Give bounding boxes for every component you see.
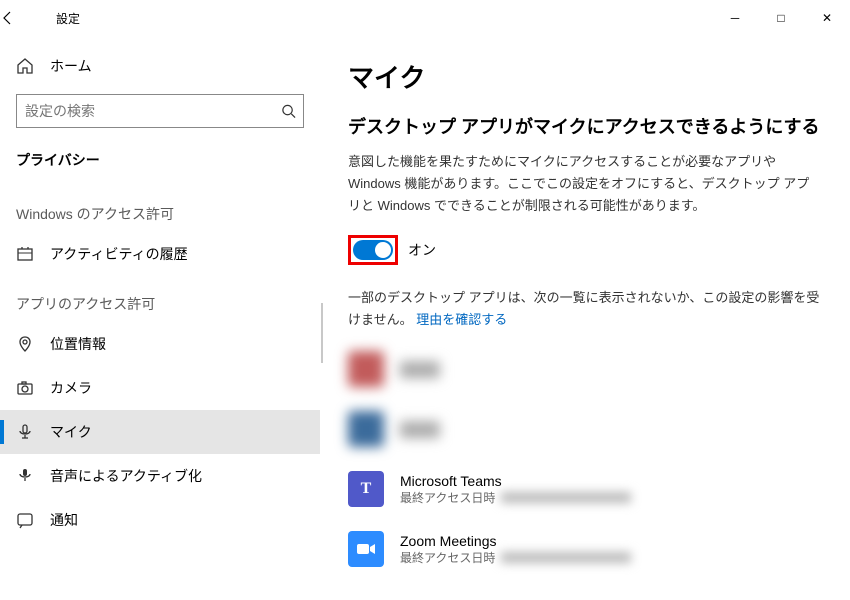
app-list: ████ ████ T Microsoft Teams 最終アクセス日時 xyxy=(348,351,822,567)
zoom-icon xyxy=(348,531,384,567)
toggle-label: オン xyxy=(408,240,436,260)
sidebar-item-camera[interactable]: カメラ xyxy=(0,366,320,410)
home-icon xyxy=(16,57,36,75)
minimize-button[interactable]: ─ xyxy=(712,0,758,36)
note-text: 一部のデスクトップ アプリは、次の一覧に表示されないか、この設定の影響を受けませ… xyxy=(348,287,822,331)
app-icon xyxy=(348,351,384,387)
sidebar-item-voice-activation[interactable]: 音声によるアクティブ化 xyxy=(0,454,320,498)
toggle-row: オン xyxy=(348,235,822,265)
window-title: 設定 xyxy=(56,10,80,27)
sidebar-item-label: 位置情報 xyxy=(50,334,106,354)
teams-icon: T xyxy=(348,471,384,507)
home-label: ホーム xyxy=(50,56,92,76)
app-row: ████ xyxy=(348,411,822,447)
scrollbar[interactable] xyxy=(321,303,323,363)
maximize-button[interactable]: □ xyxy=(758,0,804,36)
blurred-timestamp xyxy=(501,492,631,503)
app-sub-label: 最終アクセス日時 xyxy=(400,549,495,566)
section-subtitle: デスクトップ アプリがマイクにアクセスできるようにする xyxy=(348,113,822,139)
sidebar-item-label: マイク xyxy=(50,422,92,442)
history-icon xyxy=(16,245,36,263)
app-name: ████ xyxy=(400,361,440,377)
sidebar-item-location[interactable]: 位置情報 xyxy=(0,322,320,366)
sidebar-item-label: カメラ xyxy=(50,378,92,398)
sidebar: ホーム プライバシー Windows のアクセス許可 アクティビティの履歴 アプ… xyxy=(0,36,320,600)
microphone-icon xyxy=(16,423,36,441)
section-privacy: プライバシー xyxy=(0,140,320,186)
sidebar-item-notifications[interactable]: 通知 xyxy=(0,498,320,542)
main-content: マイク デスクトップ アプリがマイクにアクセスできるようにする 意図した機能を果… xyxy=(320,36,850,600)
voice-icon xyxy=(16,467,36,485)
home-nav[interactable]: ホーム xyxy=(0,44,320,88)
sidebar-item-label: 通知 xyxy=(50,510,78,530)
search-wrap xyxy=(16,94,304,128)
app-name: ████ xyxy=(400,421,440,437)
app-icon xyxy=(348,411,384,447)
toggle-highlight xyxy=(348,235,398,265)
blurred-timestamp xyxy=(501,552,631,563)
titlebar: 設定 ─ □ ✕ xyxy=(0,0,850,36)
group-header-windows-permissions: Windows のアクセス許可 xyxy=(0,186,320,232)
section-description: 意図した機能を果たすためにマイクにアクセスすることが必要なアプリや Window… xyxy=(348,151,822,217)
app-name: Zoom Meetings xyxy=(400,533,631,549)
app-sub-label: 最終アクセス日時 xyxy=(400,489,495,506)
search-input[interactable] xyxy=(16,94,304,128)
notification-icon xyxy=(16,511,36,529)
sidebar-item-label: 音声によるアクティブ化 xyxy=(50,466,202,486)
sidebar-item-activity-history[interactable]: アクティビティの履歴 xyxy=(0,232,320,276)
search-icon xyxy=(281,104,296,119)
close-button[interactable]: ✕ xyxy=(804,0,850,36)
app-name: Microsoft Teams xyxy=(400,473,631,489)
page-title: マイク xyxy=(348,58,822,95)
location-icon xyxy=(16,335,36,353)
sidebar-item-label: アクティビティの履歴 xyxy=(50,244,188,264)
group-header-app-permissions: アプリのアクセス許可 xyxy=(0,276,320,322)
camera-icon xyxy=(16,379,36,397)
learn-why-link[interactable]: 理由を確認する xyxy=(416,312,507,327)
desktop-apps-mic-toggle[interactable] xyxy=(353,240,393,260)
app-row-zoom: Zoom Meetings 最終アクセス日時 xyxy=(348,531,822,567)
sidebar-item-microphone[interactable]: マイク xyxy=(0,410,320,454)
back-button[interactable] xyxy=(0,10,48,26)
app-row-teams: T Microsoft Teams 最終アクセス日時 xyxy=(348,471,822,507)
app-row: ████ xyxy=(348,351,822,387)
